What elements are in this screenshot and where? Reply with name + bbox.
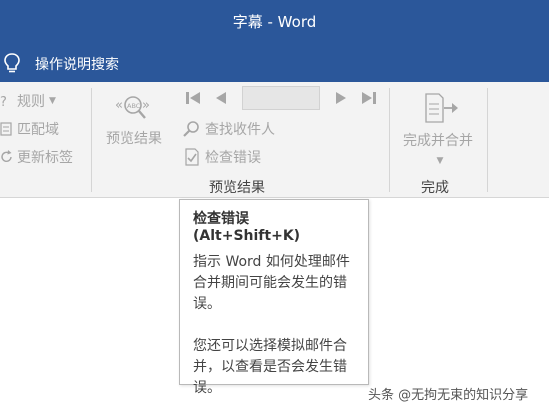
check-errors-icon bbox=[185, 148, 199, 166]
match-fields-icon bbox=[0, 122, 12, 136]
next-record-icon bbox=[336, 92, 346, 104]
lightbulb-icon bbox=[4, 53, 20, 73]
watermark: 头条 @无拘无束的知识分享 bbox=[368, 388, 529, 403]
chevron-down-icon: ▼ bbox=[436, 156, 444, 166]
rules-icon: ? bbox=[0, 95, 7, 109]
tooltip-body: 指示 Word 如何处理邮件合并期间可能会发生的错误。 您还可以选择模拟邮件合并… bbox=[193, 252, 358, 399]
tooltip-paragraph: 您还可以选择模拟邮件合并，以查看是否会发生错误。 bbox=[193, 338, 347, 396]
find-recipient-button[interactable]: 查找收件人 bbox=[182, 118, 275, 140]
check-errors-tooltip: 检查错误 (Alt+Shift+K) 指示 Word 如何处理邮件合并期间可能会… bbox=[179, 199, 369, 396]
finish-merge-label: 完成并合并 bbox=[403, 133, 473, 149]
record-navigation bbox=[182, 86, 386, 110]
preview-results-button[interactable]: « ABC » 预览结果 bbox=[102, 92, 166, 148]
chevron-down-icon: ▼ bbox=[49, 96, 56, 106]
window-title: 字幕 - Word bbox=[232, 13, 317, 31]
check-errors-button[interactable]: 检查错误 bbox=[182, 146, 261, 168]
update-labels-button[interactable]: 更新标签 bbox=[0, 146, 73, 168]
last-record-icon bbox=[362, 92, 376, 104]
rules-button[interactable]: ? 规则 ▼ bbox=[0, 90, 56, 112]
check-errors-label: 检查错误 bbox=[205, 150, 261, 166]
first-record-button[interactable] bbox=[182, 87, 204, 109]
preview-group-label: 预览结果 bbox=[209, 180, 265, 196]
tooltip-title: 检查错误 (Alt+Shift+K) bbox=[193, 211, 301, 244]
preview-results-label: 预览结果 bbox=[106, 131, 162, 147]
group-separator bbox=[487, 88, 488, 192]
svg-text:»: » bbox=[142, 98, 150, 113]
svg-text:?: ? bbox=[0, 95, 7, 109]
update-labels-label: 更新标签 bbox=[17, 150, 73, 166]
match-fields-label: 匹配域 bbox=[17, 122, 59, 138]
group-separator bbox=[389, 88, 390, 192]
title-bar: 字幕 - Word bbox=[0, 0, 549, 44]
finish-group-label: 完成 bbox=[421, 180, 449, 196]
mailings-ribbon: ? 规则 ▼ 匹配域 更新标签 « ABC » 预览结果 查找收件人 检查错误 … bbox=[0, 82, 549, 198]
abc-preview-icon: « ABC » bbox=[115, 96, 150, 119]
svg-text:«: « bbox=[115, 98, 123, 113]
svg-text:ABC: ABC bbox=[127, 102, 141, 110]
find-recipient-label: 查找收件人 bbox=[205, 122, 275, 138]
rules-label: 规则 bbox=[17, 94, 45, 110]
previous-record-button[interactable] bbox=[210, 87, 232, 109]
record-number-input[interactable] bbox=[242, 86, 320, 110]
match-fields-button[interactable]: 匹配域 bbox=[0, 118, 59, 140]
last-record-button[interactable] bbox=[358, 87, 380, 109]
tell-me-bar[interactable]: 操作说明搜索 bbox=[0, 44, 549, 82]
finish-merge-icon bbox=[425, 93, 458, 123]
previous-record-icon bbox=[216, 92, 226, 104]
find-recipient-icon bbox=[183, 121, 199, 137]
group-separator bbox=[91, 88, 92, 192]
next-record-button[interactable] bbox=[330, 87, 352, 109]
first-record-icon bbox=[186, 92, 200, 104]
refresh-icon bbox=[1, 150, 12, 163]
finish-merge-button[interactable]: 完成并合并 ▼ bbox=[396, 92, 480, 166]
tooltip-paragraph: 指示 Word 如何处理邮件合并期间可能会发生的错误。 bbox=[193, 254, 350, 312]
tell-me-search-label[interactable]: 操作说明搜索 bbox=[35, 54, 119, 74]
